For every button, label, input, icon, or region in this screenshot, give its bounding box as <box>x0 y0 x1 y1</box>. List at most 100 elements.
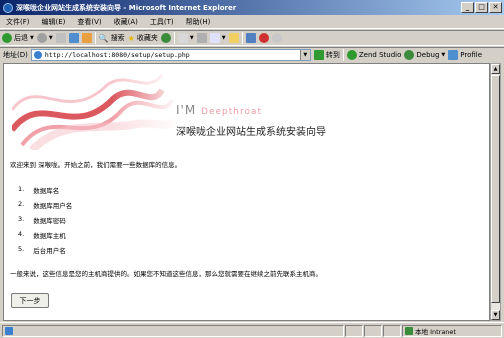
chevron-down-icon: ▼ <box>48 35 53 41</box>
toolbar-separator <box>173 32 175 44</box>
list-item: 3. 数据库密码 <box>18 215 72 230</box>
address-field[interactable]: ▼ <box>30 49 311 61</box>
debug-label: Debug <box>416 51 440 59</box>
zend-studio-button[interactable]: Zend Studio <box>346 50 401 60</box>
security-zone: 本地 Intranet <box>402 324 502 337</box>
brand-logo: I'M Deepthroat <box>176 103 262 117</box>
stop-icon <box>55 33 66 43</box>
bug-icon <box>404 50 415 60</box>
list-item: 4. 数据库主机 <box>18 230 72 245</box>
close-button[interactable]: ✕ <box>489 2 502 13</box>
back-arrow-icon <box>2 33 12 43</box>
list-label: 数据库用户名 <box>33 202 73 210</box>
go-button[interactable]: 转到 <box>313 50 340 60</box>
address-label: 地址(D) <box>3 51 28 59</box>
status-cell <box>364 324 382 337</box>
maximize-button[interactable]: □ <box>475 2 488 13</box>
refresh-button[interactable] <box>68 33 79 43</box>
notice-text: 一般来说，这些信息是您的主机商提供的。如果您不知道这些信息，那么您就需要在继续之… <box>10 270 322 278</box>
edit-button[interactable]: ▼ <box>209 33 226 43</box>
chevron-down-icon: ▼ <box>30 35 34 41</box>
vertical-scrollbar[interactable]: ▲ ▼ <box>490 63 501 321</box>
stop-button[interactable] <box>55 33 66 43</box>
edit-icon <box>209 33 220 43</box>
flashget-button[interactable] <box>258 33 269 43</box>
window-controls: _ □ ✕ <box>461 2 502 13</box>
circle-icon <box>271 33 282 43</box>
profile-icon <box>448 50 459 60</box>
address-bar: 地址(D) ▼ 转到 Zend Studio Debug ▼ Profile <box>0 47 504 62</box>
home-icon <box>81 33 92 43</box>
folder-button[interactable] <box>228 33 239 43</box>
status-bar: 本地 Intranet <box>0 322 504 338</box>
zend-icon <box>346 50 357 60</box>
window-title-bar: 深喉咙企业网站生成系统安装向导 - Microsoft Internet Exp… <box>0 0 504 15</box>
chevron-down-icon: ▼ <box>189 35 194 41</box>
mail-icon <box>177 33 188 43</box>
messenger-button[interactable] <box>245 33 256 43</box>
print-button[interactable] <box>196 33 207 43</box>
list-label: 数据库名 <box>33 187 60 195</box>
menu-file[interactable]: 文件(F) <box>0 17 36 27</box>
print-icon <box>196 33 207 43</box>
window-title: 深喉咙企业网站生成系统安装向导 - Microsoft Internet Exp… <box>16 3 237 12</box>
extra-button[interactable] <box>271 33 282 43</box>
list-label: 数据库密码 <box>33 217 66 225</box>
home-button[interactable] <box>81 33 92 43</box>
list-number: 5. <box>18 245 25 253</box>
menu-edit[interactable]: 编辑(E) <box>36 17 72 27</box>
page-status-icon <box>5 326 13 335</box>
list-number: 4. <box>18 230 25 238</box>
star-icon: ★ <box>127 33 135 43</box>
menu-bar: 文件(F) 编辑(E) 查看(V) 收藏(A) 工具(T) 帮助(H) <box>0 15 504 29</box>
status-message <box>2 324 344 337</box>
welcome-text: 欢迎来到 深喉咙。开始之前，我们需要一些数据库的信息。 <box>10 161 182 169</box>
scroll-up-button[interactable]: ▲ <box>491 64 500 74</box>
scroll-thumb[interactable] <box>491 75 500 303</box>
brand-main: I'M <box>176 103 197 117</box>
profile-label: Profile <box>460 51 483 59</box>
menu-help[interactable]: 帮助(H) <box>180 17 217 27</box>
intranet-icon <box>405 326 413 335</box>
toolbar-separator <box>94 32 96 44</box>
page-content: I'M Deepthroat 深喉咙企业网站生成系统安装向导 欢迎来到 深喉咙。… <box>3 63 490 321</box>
zone-label: 本地 Intranet <box>415 327 456 336</box>
flashget-icon <box>258 33 269 43</box>
media-icon <box>160 33 171 43</box>
forward-button[interactable]: ▼ <box>36 33 53 43</box>
media-button[interactable] <box>160 33 171 43</box>
mail-button[interactable]: ▼ <box>177 33 194 43</box>
minimize-button[interactable]: _ <box>461 2 474 13</box>
next-button[interactable]: 下一步 <box>11 293 49 308</box>
debug-button[interactable]: Debug ▼ <box>404 50 445 60</box>
menu-view[interactable]: 查看(V) <box>71 17 107 27</box>
status-cell <box>383 324 401 337</box>
menu-favorites[interactable]: 收藏(A) <box>108 17 144 27</box>
required-info-list: 1. 数据库名 2. 数据库用户名 3. 数据库密码 4. 数据库主机 5. 后台用户名 <box>18 185 72 260</box>
profile-button[interactable]: Profile <box>448 50 482 60</box>
list-item: 5. 后台用户名 <box>18 245 72 260</box>
address-input[interactable] <box>44 51 295 59</box>
favorites-label: 收藏夹 <box>136 34 158 42</box>
menu-tools[interactable]: 工具(T) <box>144 17 180 27</box>
go-arrow-icon <box>313 50 324 60</box>
back-button[interactable]: 后退 ▼ <box>2 33 34 43</box>
list-label: 数据库主机 <box>33 232 66 240</box>
page-title: 深喉咙企业网站生成系统安装向导 <box>176 127 326 138</box>
favorites-button[interactable]: ★ 收藏夹 <box>128 33 158 43</box>
messenger-icon <box>245 33 256 43</box>
list-number: 1. <box>18 185 25 193</box>
list-item: 1. 数据库名 <box>18 185 72 200</box>
list-number: 2. <box>18 200 25 208</box>
list-item: 2. 数据库用户名 <box>18 200 72 215</box>
scroll-down-button[interactable]: ▼ <box>491 310 500 320</box>
status-cell <box>345 324 363 337</box>
back-label: 后退 <box>14 34 28 42</box>
refresh-icon <box>68 33 79 43</box>
chevron-down-icon[interactable]: ▼ <box>299 50 310 60</box>
forward-arrow-icon <box>36 33 47 43</box>
toolbar-separator <box>241 32 243 44</box>
brand-sub: Deepthroat <box>201 107 263 117</box>
search-button[interactable]: 🔍 搜索 <box>99 33 125 43</box>
search-icon: 🔍 <box>98 33 109 43</box>
